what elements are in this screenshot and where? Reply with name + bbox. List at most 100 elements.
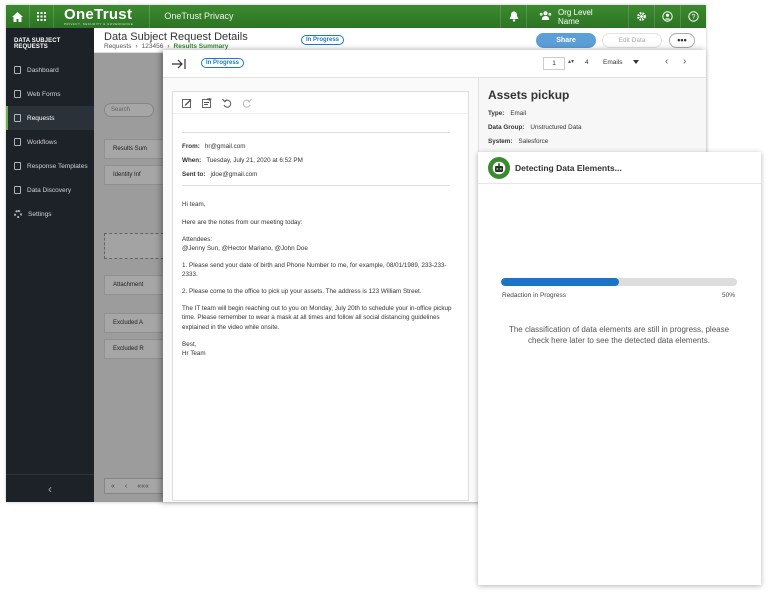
- asset-type: Type: Email: [488, 110, 526, 117]
- org-label: Org Level Name: [558, 7, 593, 26]
- user-icon[interactable]: [654, 5, 680, 28]
- status-message: The classification of data elements are …: [508, 325, 730, 346]
- topbar-right: Org Level Name ?: [500, 5, 706, 28]
- edit-redaction-icon[interactable]: [182, 98, 192, 108]
- product-name: OneTrust Privacy: [149, 5, 234, 28]
- status-badge: In Progress: [201, 58, 245, 68]
- sidebar-item-requests[interactable]: Requests: [6, 106, 94, 130]
- sidebar: DATA SUBJECT REQUESTS Dashboard Web Form…: [6, 28, 94, 502]
- sidebar-item-label: Requests: [27, 114, 55, 122]
- breadcrumb-request-id[interactable]: 123456: [142, 43, 164, 50]
- email-when: When: Tuesday, July 21, 2020 at 6:52 PM: [182, 156, 459, 165]
- divider: [182, 185, 450, 187]
- edit-data-button[interactable]: Edit Data: [602, 33, 662, 48]
- progress-label: Redaction in Progress: [502, 292, 566, 299]
- detecting-data-elements-panel: Detecting Data Elements... Redaction in …: [478, 152, 761, 585]
- dashboard-icon: [14, 66, 21, 74]
- system-label: System:: [488, 138, 513, 145]
- when-label: When:: [182, 157, 202, 165]
- page-stepper-icon[interactable]: ▴▾: [568, 58, 574, 65]
- undo-icon[interactable]: [222, 98, 232, 108]
- response-templates-icon: [14, 162, 21, 170]
- apps-grid-icon[interactable]: [30, 5, 54, 28]
- group-label: Data Group:: [488, 124, 525, 131]
- onetrust-logo[interactable]: OneTrust PRIVACY, SECURITY & GOVERNANCE: [54, 7, 149, 26]
- org-people-icon: [539, 11, 552, 22]
- attendees-label: Attendees:: [182, 235, 213, 243]
- home-icon[interactable]: [6, 5, 30, 28]
- document-type-select[interactable]: Emails: [603, 59, 623, 66]
- progress-fill: [501, 278, 619, 286]
- email-signoff: Best, Hr Team: [182, 340, 454, 358]
- sidebar-item-data-discovery[interactable]: Data Discovery: [6, 178, 94, 202]
- breadcrumb: Requests › 123456 › Results Summary: [104, 43, 228, 50]
- chevron-down-icon[interactable]: [633, 60, 639, 64]
- chevron-left-icon: ‹: [48, 481, 52, 496]
- email-to: Sent to: jdoe@gmail.com: [182, 170, 459, 179]
- sidebar-item-workflows[interactable]: Workflows: [6, 130, 94, 154]
- breadcrumb-requests[interactable]: Requests: [104, 43, 131, 50]
- from-label: From:: [182, 143, 200, 150]
- svg-text:?: ?: [692, 14, 696, 21]
- page-number-input[interactable]: 1: [543, 57, 565, 70]
- gear-icon: [14, 210, 22, 218]
- assets-title: Assets pickup: [488, 88, 570, 102]
- collapse-drawer-icon[interactable]: [171, 57, 187, 71]
- signature-text: Hr Team: [182, 349, 206, 357]
- to-value: jdoe@gmail.com: [210, 171, 258, 179]
- sidebar-item-response-templates[interactable]: Response Templates: [6, 154, 94, 178]
- group-value: Unstructured Data: [530, 124, 582, 131]
- sidebar-item-label: Workflows: [27, 138, 57, 146]
- robot-icon: [488, 156, 510, 179]
- email-item-3: The IT team will begin reaching out to y…: [182, 305, 452, 331]
- logo-text: OneTrust: [64, 6, 133, 23]
- next-document-button[interactable]: ›: [683, 56, 686, 67]
- email-from: From: hr@gmail.com: [182, 142, 459, 151]
- attendees-list: @Jenny Sun, @Hector Mariano, @John Doe: [182, 244, 308, 252]
- redo-icon[interactable]: [242, 98, 252, 108]
- email-body: From: hr@gmail.com When: Tuesday, July 21,…: [173, 114, 468, 358]
- sidebar-item-dashboard[interactable]: Dashboard: [6, 58, 94, 82]
- more-options-button[interactable]: •••: [669, 33, 695, 48]
- workflows-icon: [14, 138, 21, 146]
- document-tools: [173, 92, 468, 114]
- from-value: hr@gmail.com: [204, 143, 246, 150]
- asset-system: System: Salesforce: [488, 138, 548, 145]
- panel-title: Detecting Data Elements...: [515, 162, 622, 173]
- share-button[interactable]: Share: [536, 33, 596, 48]
- data-discovery-icon: [14, 186, 21, 194]
- help-icon[interactable]: ?: [680, 5, 706, 28]
- system-value: Salesforce: [518, 138, 549, 145]
- page-title: Data Subject Request Details: [104, 31, 248, 43]
- breadcrumb-separator: ›: [135, 43, 138, 50]
- signoff-text: Best,: [182, 340, 197, 348]
- sidebar-item-settings[interactable]: Settings: [6, 202, 94, 226]
- sidebar-item-label: Response Templates: [27, 162, 88, 170]
- breadcrumb-separator: ›: [167, 43, 170, 50]
- notification-bell-icon[interactable]: [500, 5, 526, 28]
- redaction-progress-bar: [501, 278, 737, 286]
- type-value: Email: [510, 110, 527, 117]
- email-intro: Here are the notes from our meeting toda…: [182, 218, 303, 226]
- email-item-2: 2. Please come to the office to pick up …: [182, 288, 422, 296]
- sidebar-item-label: Dashboard: [27, 66, 59, 74]
- prev-document-button[interactable]: ‹: [665, 56, 668, 67]
- add-note-icon[interactable]: [202, 97, 212, 108]
- gear-icon[interactable]: [628, 5, 654, 28]
- requests-icon: [14, 114, 21, 122]
- email-item-1: 1. Please send your date of birth and Ph…: [182, 261, 447, 278]
- panel-header: Detecting Data Elements...: [478, 152, 761, 184]
- sidebar-collapse-button[interactable]: ‹: [6, 474, 94, 502]
- email-greeting: Hi team,: [182, 201, 206, 209]
- sidebar-item-label: Web Forms: [27, 90, 61, 98]
- sidebar-item-label: Settings: [28, 210, 52, 218]
- divider: [182, 132, 450, 133]
- sidebar-item-web-forms[interactable]: Web Forms: [6, 82, 94, 106]
- page-total: 4: [585, 59, 589, 66]
- org-selector[interactable]: Org Level Name: [526, 5, 628, 28]
- email-attendees: Attendees: @Jenny Sun, @Hector Mariano, …: [182, 235, 454, 253]
- drawer-toolbar: In Progress 1 ▴▾ 4 Emails ‹ ›: [163, 50, 706, 78]
- asset-data-group: Data Group: Unstructured Data: [488, 124, 582, 131]
- logo-tagline: PRIVACY, SECURITY & GOVERNANCE: [64, 22, 134, 26]
- type-label: Type:: [488, 110, 505, 117]
